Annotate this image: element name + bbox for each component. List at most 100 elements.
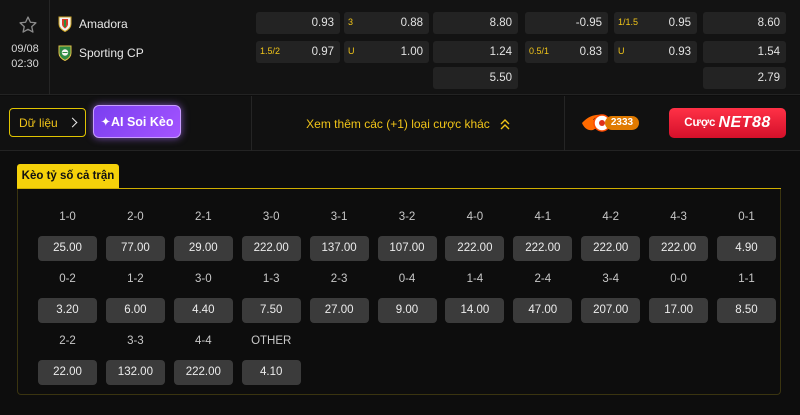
- score-option: 2-1 29.00: [173, 211, 233, 261]
- score-label: 2-2: [59, 335, 76, 347]
- score-label: 2-3: [330, 273, 348, 285]
- odds-cell[interactable]: 1.54: [703, 41, 786, 63]
- score-label: 3-2: [398, 211, 416, 223]
- score-option: 4-4 222.00: [173, 335, 233, 385]
- score-option: 2-4 47.00: [513, 273, 573, 323]
- odds-cell[interactable]: 8.80: [433, 12, 518, 34]
- star-icon[interactable]: [18, 15, 38, 35]
- sporting-crest-icon: [58, 45, 72, 61]
- score-label: 1-3: [262, 273, 280, 285]
- odds-line-label: U: [348, 46, 355, 56]
- away-team[interactable]: Sporting CP: [58, 43, 144, 63]
- odds-cell[interactable]: 1.24: [433, 41, 518, 63]
- score-odds-button[interactable]: 6.00: [105, 298, 165, 323]
- score-odds-button[interactable]: 47.00: [513, 298, 573, 323]
- tab-correct-score[interactable]: Kèo tỷ số cả trận: [17, 164, 119, 188]
- score-option: 4-1 222.00: [513, 211, 573, 261]
- amadora-crest-icon: [58, 16, 72, 32]
- odds-value: 0.83: [579, 46, 602, 58]
- score-label: 0-0: [670, 273, 687, 285]
- odds-cell[interactable]: -0.95: [525, 12, 608, 34]
- ai-analysis-label: ✦AI Soi Kèo: [100, 115, 174, 129]
- odds-cell[interactable]: 0.93: [256, 12, 340, 34]
- odds-value: 0.97: [311, 46, 334, 58]
- brand-logo: NET88: [718, 114, 771, 131]
- score-odds-button[interactable]: 222.00: [445, 236, 505, 261]
- promo-banner[interactable]: 2333: [580, 110, 660, 136]
- score-odds-button[interactable]: 207.00: [581, 298, 641, 323]
- score-label: 3-0: [194, 273, 212, 285]
- match-time-column: 09/08 02:30: [0, 0, 50, 95]
- away-team-name: Sporting CP: [79, 46, 144, 60]
- score-odds-button[interactable]: 222.00: [173, 360, 233, 385]
- score-odds-button[interactable]: 29.00: [173, 236, 233, 261]
- score-label: 3-0: [262, 211, 280, 223]
- score-odds-button[interactable]: 77.00: [105, 236, 165, 261]
- score-odds-button[interactable]: 4.10: [241, 360, 301, 385]
- score-option: 4-2 222.00: [581, 211, 641, 261]
- score-odds-button[interactable]: 3.20: [38, 298, 97, 323]
- odds-value: 1.24: [489, 46, 512, 58]
- odds-value: 0.95: [668, 17, 691, 29]
- chevron-right-icon: [67, 117, 78, 128]
- score-odds-button[interactable]: 17.00: [649, 298, 709, 323]
- odds-cell[interactable]: 0.5/1 0.83: [525, 41, 608, 63]
- odds-cell[interactable]: U 1.00: [344, 41, 429, 63]
- score-label: 0-1: [738, 211, 755, 223]
- score-label: 0-2: [59, 273, 76, 285]
- score-option: 0-0 17.00: [649, 273, 709, 323]
- match-date: 09/08: [11, 43, 39, 55]
- odds-cell[interactable]: 1.5/2 0.97: [256, 41, 340, 63]
- score-odds-button[interactable]: 9.00: [377, 298, 437, 323]
- odds-cell[interactable]: U 0.93: [614, 41, 697, 63]
- odds-value: 2.79: [757, 72, 780, 84]
- odds-line-label: U: [618, 46, 625, 56]
- score-label: 4-2: [602, 211, 619, 223]
- match-time: 02:30: [11, 58, 39, 70]
- net88-bet-button[interactable]: Cược NET88: [669, 108, 786, 138]
- score-label: 1-0: [59, 211, 76, 223]
- ai-analysis-button[interactable]: ✦AI Soi Kèo: [93, 105, 181, 138]
- score-option: 1-4 14.00: [445, 273, 505, 323]
- score-odds-button[interactable]: 222.00: [581, 236, 641, 261]
- odds-cell[interactable]: 3 0.88: [344, 12, 429, 34]
- score-label: 2-4: [534, 273, 552, 285]
- odds-cell[interactable]: 5.50: [433, 67, 518, 89]
- score-odds-button[interactable]: 7.50: [241, 298, 301, 323]
- score-odds-button[interactable]: 222.00: [241, 236, 301, 261]
- score-odds-button[interactable]: 25.00: [38, 236, 97, 261]
- odds-cell[interactable]: 1/1.5 0.95: [614, 12, 697, 34]
- score-odds-button[interactable]: 222.00: [649, 236, 709, 261]
- brand-prefix: Cược: [684, 117, 716, 129]
- score-odds-button[interactable]: 132.00: [105, 360, 165, 385]
- score-label: 1-1: [738, 273, 755, 285]
- score-odds-button[interactable]: 8.50: [717, 298, 776, 323]
- data-button[interactable]: Dữ liệu: [9, 108, 86, 137]
- odds-cell[interactable]: 8.60: [703, 12, 786, 34]
- score-odds-button[interactable]: 107.00: [377, 236, 437, 261]
- score-label: 3-1: [330, 211, 348, 223]
- more-bets-link[interactable]: Xem thêm các (+1) loại cược khác: [252, 96, 564, 151]
- score-odds-button[interactable]: 22.00: [38, 360, 97, 385]
- score-label: 4-4: [194, 335, 212, 347]
- score-odds-button[interactable]: 27.00: [309, 298, 369, 323]
- score-option: 3-0 4.40: [173, 273, 233, 323]
- odds-cell[interactable]: 2.79: [703, 67, 786, 89]
- promo-badge: 2333: [605, 116, 639, 130]
- odds-line-label: 1.5/2: [260, 46, 281, 56]
- score-odds-button[interactable]: 137.00: [309, 236, 369, 261]
- score-label: 0-4: [398, 273, 416, 285]
- action-bar: Dữ liệu ✦AI Soi Kèo Xem thêm các (+1) lo…: [0, 96, 800, 151]
- score-odds-button[interactable]: 222.00: [513, 236, 573, 261]
- odds-value: 0.88: [400, 17, 423, 29]
- home-team[interactable]: Amadora: [58, 14, 128, 34]
- score-option: 4-0 222.00: [445, 211, 505, 261]
- score-odds-button[interactable]: 14.00: [445, 298, 505, 323]
- more-bets-label: Xem thêm các (+1) loại cược khác: [306, 116, 490, 131]
- score-odds-button[interactable]: 4.40: [173, 298, 233, 323]
- score-option: 0-1 4.90: [717, 211, 776, 261]
- odds-value: 8.60: [757, 17, 780, 29]
- odds-value: 0.93: [668, 46, 691, 58]
- score-option: 1-1 8.50: [717, 273, 776, 323]
- score-odds-button[interactable]: 4.90: [717, 236, 776, 261]
